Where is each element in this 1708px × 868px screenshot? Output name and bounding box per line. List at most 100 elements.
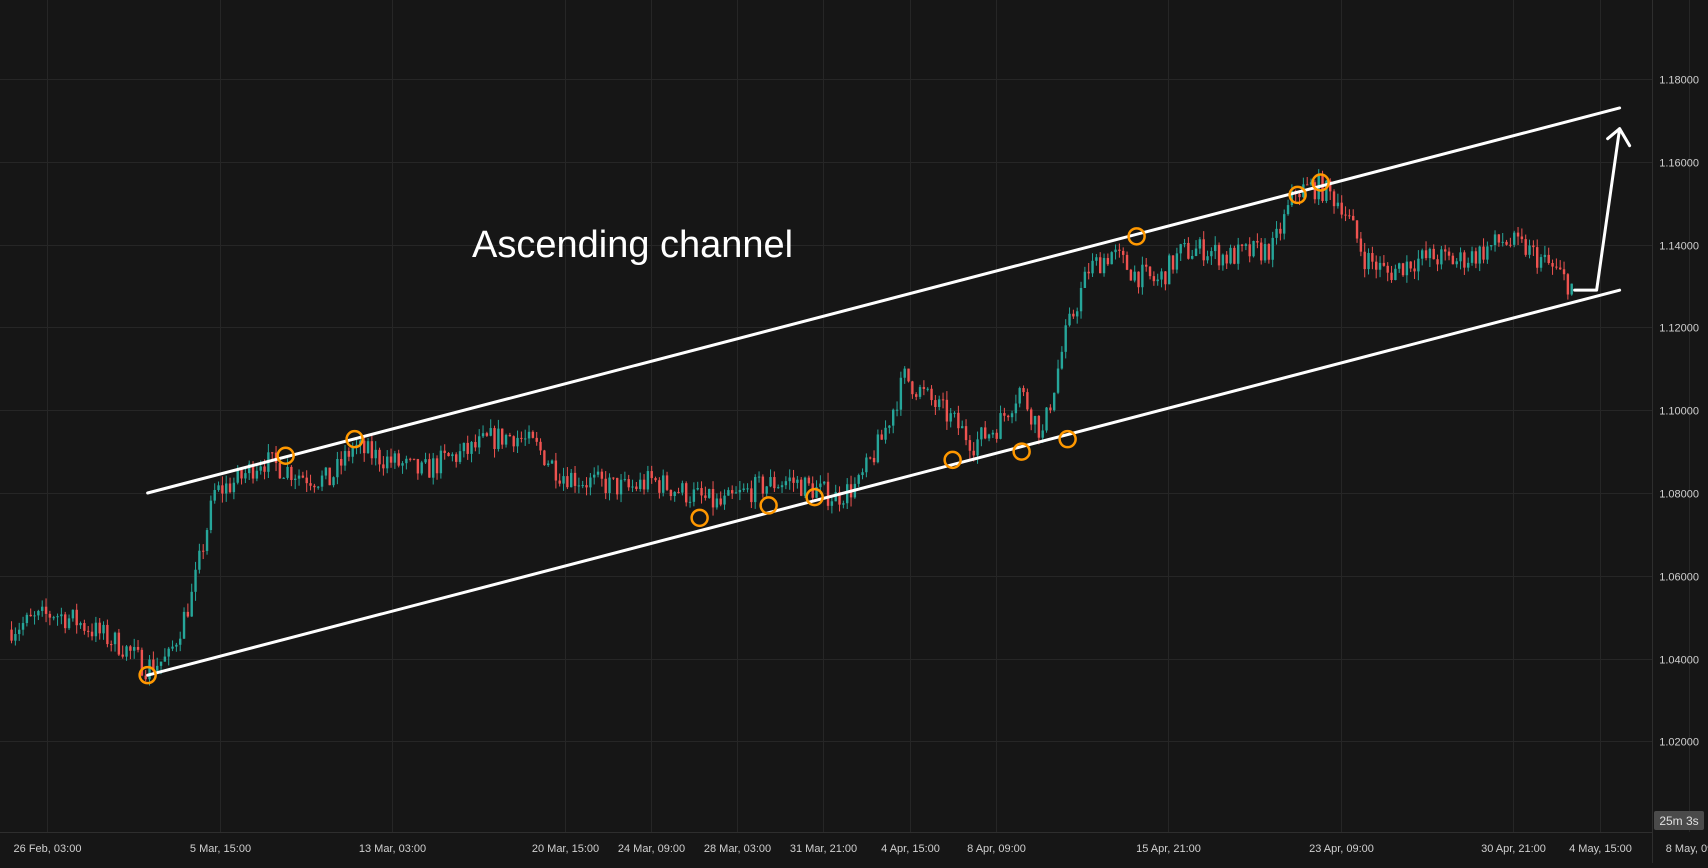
candle-body (984, 427, 987, 439)
candle-body (731, 490, 734, 494)
candle-body (1041, 430, 1044, 438)
candle-body (1053, 392, 1056, 411)
candle-body (255, 470, 259, 479)
candle-body (328, 467, 331, 486)
candle-body (581, 485, 584, 487)
candle-body (1428, 248, 1432, 259)
candle-body (654, 478, 657, 481)
candle-body (1405, 261, 1409, 276)
candle-body (750, 488, 753, 503)
candle-body (995, 432, 998, 439)
candle-body (133, 646, 136, 651)
candle-body (1363, 251, 1366, 270)
candle-body (872, 457, 876, 463)
candle-body (941, 399, 945, 401)
candle-body (696, 488, 699, 490)
candle-body (1336, 202, 1340, 207)
candle-body (347, 451, 351, 457)
candle-body (117, 632, 121, 655)
candle-body (470, 441, 473, 454)
candle-body (290, 466, 293, 481)
time-tick-label: 24 Mar, 09:00 (618, 843, 685, 855)
candle-body (129, 646, 132, 651)
candle-body (1168, 255, 1171, 285)
candle-body (263, 466, 266, 472)
candle-body (1248, 244, 1251, 257)
candle-body (665, 475, 669, 490)
candle-body (1432, 248, 1435, 260)
candle-body (428, 459, 431, 478)
candle-body (232, 482, 236, 493)
candle-body (87, 630, 90, 632)
candle-body (389, 456, 393, 463)
candle-body (1344, 214, 1347, 216)
price-chart[interactable]: 1.18000 1.16000 1.14000 1.12000 1.10000 1.080… (0, 0, 1708, 863)
candle-body (1210, 251, 1213, 257)
candle-body (37, 610, 40, 616)
candle-body (999, 413, 1002, 439)
candle-body (1509, 244, 1512, 246)
candle-body (700, 488, 703, 496)
candle-body (1156, 279, 1159, 282)
candle-body (1440, 249, 1443, 265)
candle-body (1056, 368, 1060, 393)
candle-body (1401, 263, 1405, 276)
candle-body (681, 483, 684, 493)
candle-body (412, 458, 416, 460)
candle-body (650, 471, 653, 479)
candle-body (278, 462, 282, 479)
candle-body (1202, 239, 1205, 261)
candle-body (593, 474, 596, 478)
candle-body (370, 441, 374, 459)
candle-body (623, 479, 627, 481)
candle-body (83, 623, 86, 631)
candle-body (163, 656, 167, 662)
candle-body (796, 479, 799, 483)
candle-body (202, 550, 205, 552)
candle-body (1275, 228, 1278, 238)
candle-body (734, 492, 738, 494)
candle-body (466, 442, 469, 454)
candle-body (1570, 283, 1573, 295)
candle-body (1417, 258, 1420, 272)
candle-body (949, 413, 952, 422)
candle-body (1444, 249, 1447, 252)
candle-body (432, 458, 435, 478)
candle-body (907, 368, 910, 382)
candle-body (800, 479, 803, 496)
candle-body (566, 476, 569, 488)
candle-body (167, 648, 170, 657)
candle-body (221, 485, 224, 494)
candle-body (1562, 269, 1566, 275)
candle-body (190, 591, 193, 617)
channel-annotation[interactable]: Ascending channel (472, 224, 793, 266)
candle-body (704, 495, 707, 498)
candle-body (121, 654, 124, 657)
candle-body (1505, 241, 1508, 245)
candle-body (619, 479, 623, 495)
candle-body (903, 368, 906, 378)
candle-body (1451, 255, 1455, 265)
candle-body (1129, 269, 1133, 281)
candle-body (1076, 311, 1079, 317)
candle-body (125, 646, 128, 657)
candle-body (1547, 254, 1550, 264)
candle-body (842, 503, 845, 505)
candle-body (1060, 351, 1064, 369)
candle-body (198, 550, 201, 570)
chart-container[interactable]: 1.18000 1.16000 1.14000 1.12000 1.10000 1.080… (0, 0, 1708, 863)
time-tick-label: 15 Apr, 21:00 (1136, 843, 1201, 855)
candle-body (171, 646, 174, 649)
candle-body (10, 629, 13, 641)
candle-body (1493, 234, 1497, 246)
candle-body (113, 632, 117, 645)
candle-body (186, 611, 190, 617)
candle-body (803, 477, 807, 496)
candle-body (826, 481, 830, 506)
candle-body (616, 477, 619, 495)
candle-body (1566, 274, 1570, 295)
candle-body (1018, 388, 1021, 404)
candle-body (964, 426, 968, 441)
candle-body (366, 441, 370, 454)
candle-body (1049, 407, 1052, 411)
